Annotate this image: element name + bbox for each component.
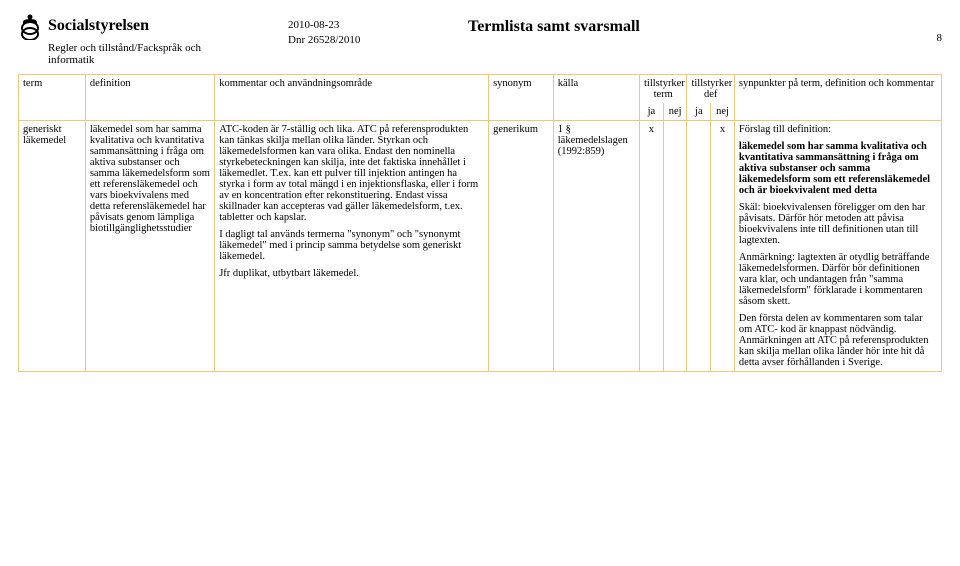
col-kalla: källa (553, 75, 639, 121)
table-header: term definition kommentar och användning… (19, 75, 942, 121)
cell-term-nej (663, 121, 687, 372)
cell-term: generiskt läkemedel (19, 121, 86, 372)
subunit: Regler och tillstånd/Fackspråk och infor… (48, 42, 248, 66)
header: Socialstyrelsen Regler och tillstånd/Fac… (18, 12, 942, 74)
kommentar-p3: Jfr duplikat, utbytbart läkemedel. (219, 268, 484, 279)
cell-term-ja: x (640, 121, 664, 372)
cell-definition: läkemedel som har samma kvalitativa och … (85, 121, 214, 372)
col-def-nej: nej (711, 103, 735, 121)
cell-kommentar: ATC-koden är 7-ställig och lika. ATC på … (215, 121, 489, 372)
col-synpunkter: synpunkter på term, definition och komme… (734, 75, 941, 121)
logo-block: Socialstyrelsen Regler och tillstånd/Fac… (18, 12, 248, 66)
synpunkter-p1: Förslag till definition: (739, 124, 937, 135)
col-tillstyrker-def: tillstyrker def (687, 75, 734, 104)
term-table: term definition kommentar och användning… (18, 74, 942, 372)
cell-def-nej: x (711, 121, 735, 372)
logo-row: Socialstyrelsen (18, 12, 248, 40)
agency-name: Socialstyrelsen (48, 17, 149, 35)
cell-synonym: generikum (489, 121, 554, 372)
col-term-ja: ja (640, 103, 664, 121)
title-block: Termlista samt svarsmall (468, 12, 882, 36)
cell-synpunkter: Förslag till definition: läkemedel som h… (734, 121, 941, 372)
cell-def-ja (687, 121, 711, 372)
cell-kalla: 1 § läkemedelslagen (1992:859) (553, 121, 639, 372)
page-number: 8 (922, 12, 942, 44)
date: 2010-08-23 (288, 18, 428, 33)
col-term: term (19, 75, 86, 121)
col-term-nej: nej (663, 103, 687, 121)
col-kommentar: kommentar och användningsområde (215, 75, 489, 121)
table-row: generiskt läkemedel läkemedel som har sa… (19, 121, 942, 372)
dnr: Dnr 26528/2010 (288, 33, 428, 48)
col-def-ja: ja (687, 103, 711, 121)
synpunkter-p3: Skäl: bioekvivalensen föreligger om den … (739, 202, 937, 246)
col-synonym: synonym (489, 75, 554, 121)
synpunkter-p2: läkemedel som har samma kvalitativa och … (739, 141, 937, 196)
crown-logo-icon (18, 12, 42, 40)
page-title: Termlista samt svarsmall (468, 18, 882, 36)
kommentar-p2: I dagligt tal används termerna "synonym"… (219, 229, 484, 262)
kommentar-p1: ATC-koden är 7-ställig och lika. ATC på … (219, 124, 484, 223)
synpunkter-p4: Anmärkning: lagtexten är otydlig beträff… (739, 252, 937, 307)
col-tillstyrker-term: tillstyrker term (640, 75, 687, 104)
col-definition: definition (85, 75, 214, 121)
meta-block: 2010-08-23 Dnr 26528/2010 (288, 12, 428, 49)
synpunkter-p5: Den första delen av kommentaren som tala… (739, 313, 937, 368)
